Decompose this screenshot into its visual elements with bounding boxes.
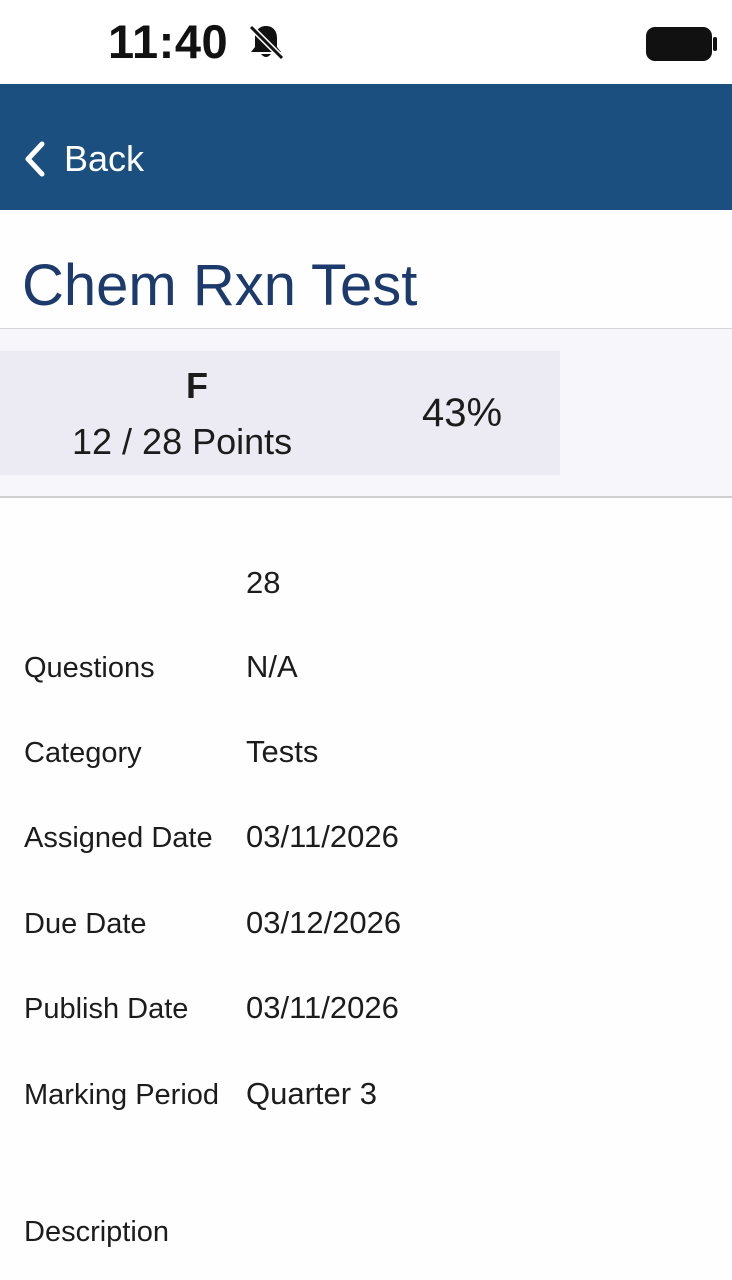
grade-summary: F 12 / 28 Points 43% <box>0 328 732 498</box>
detail-value-category: Tests <box>246 734 319 769</box>
detail-value-due-date: 03/12/2026 <box>246 905 402 940</box>
detail-value-assigned-date: 03/11/2026 <box>246 819 399 854</box>
status-time: 11:40 <box>108 15 229 68</box>
detail-value-marking-period: Quarter 3 <box>246 1076 377 1111</box>
detail-label-assigned-date: Assigned Date <box>24 822 213 854</box>
chevron-left-icon <box>25 141 45 177</box>
nav-bar: Back <box>0 84 732 210</box>
detail-label-category: Category <box>24 737 142 769</box>
total-points-value: 28 <box>246 565 281 600</box>
bell-slash-icon <box>248 24 285 61</box>
detail-label-publish-date: Publish Date <box>24 993 189 1025</box>
detail-label-questions: Questions <box>24 652 155 684</box>
back-label: Back <box>64 138 145 179</box>
detail-label-marking-period: Marking Period <box>24 1079 220 1111</box>
detail-value-questions: N/A <box>246 649 298 684</box>
detail-label-due-date: Due Date <box>24 908 147 940</box>
page-title: Chem Rxn Test <box>22 253 418 318</box>
back-button[interactable]: Back <box>24 134 144 184</box>
battery-icon <box>646 27 717 61</box>
detail-label-description: Description <box>24 1216 170 1248</box>
status-bar: 11:40 <box>0 0 732 84</box>
detail-value-publish-date: 03/11/2026 <box>246 990 399 1025</box>
grade-points: 12 / 28 Points <box>72 421 293 462</box>
grade-percent: 43% <box>422 391 503 435</box>
assignment-detail-screen: 11:40 Back Chem Rxn Test F 12 / 28 Point… <box>0 0 732 1280</box>
grade-letter: F <box>186 365 208 406</box>
